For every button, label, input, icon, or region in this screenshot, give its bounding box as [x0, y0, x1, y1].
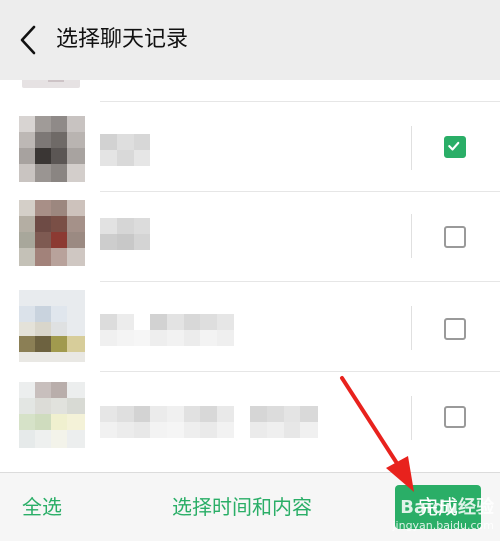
avatar — [19, 200, 85, 266]
watermark: Baidu经验 jingyan.baidu.com — [392, 493, 494, 532]
chat-row[interactable] — [0, 80, 500, 102]
row-checkbox[interactable] — [444, 406, 466, 428]
chat-row[interactable] — [0, 102, 500, 192]
chat-row[interactable] — [0, 282, 500, 372]
column-divider — [411, 126, 412, 170]
contact-name-pixelated — [100, 218, 150, 250]
check-icon — [448, 141, 460, 151]
avatar — [19, 290, 85, 362]
watermark-url: jingyan.baidu.com — [392, 519, 494, 532]
contact-name-pixelated — [100, 134, 150, 166]
row-checkbox[interactable] — [444, 318, 466, 340]
watermark-brand: Baidu经验 — [400, 497, 494, 518]
page-title: 选择聊天记录 — [56, 27, 189, 52]
chat-row[interactable] — [0, 192, 500, 282]
contact-name-pixelated — [100, 406, 318, 438]
row-checkbox[interactable] — [444, 226, 466, 248]
avatar — [19, 116, 85, 182]
title-bar: 选择聊天记录 — [0, 0, 500, 80]
contact-name-pixelated — [100, 314, 234, 346]
select-all-button[interactable]: 全选 — [22, 493, 62, 521]
chat-list[interactable] — [0, 80, 500, 470]
column-divider — [411, 306, 412, 350]
row-checkbox-checked[interactable] — [444, 136, 466, 158]
avatar — [19, 382, 85, 448]
back-chevron-icon[interactable] — [18, 24, 38, 56]
chat-row[interactable] — [0, 372, 500, 462]
column-divider — [411, 396, 412, 440]
column-divider — [411, 214, 412, 258]
avatar — [22, 80, 80, 88]
select-time-content-button[interactable]: 选择时间和内容 — [172, 493, 312, 521]
